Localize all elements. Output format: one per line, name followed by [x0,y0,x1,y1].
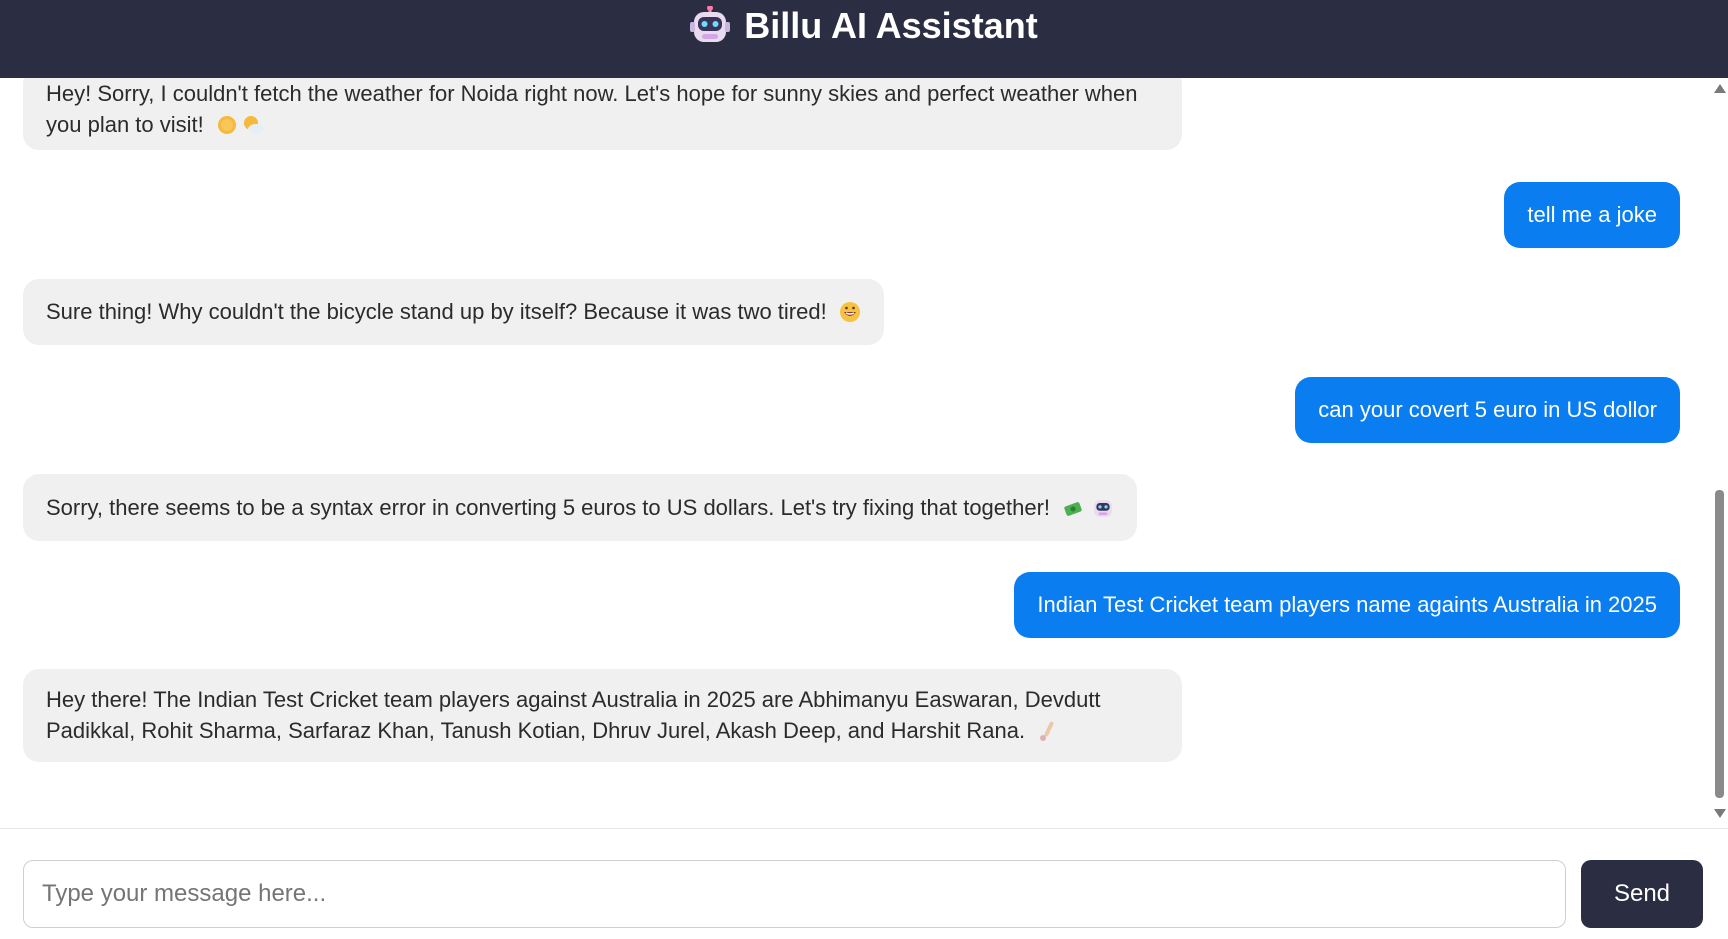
message-text: Indian Test Cricket team players name ag… [1037,592,1657,617]
user-message: can your covert 5 euro in US dollor [1295,377,1680,443]
bot-message: Sure thing! Why couldn't the bicycle sta… [23,279,884,345]
grinning-face-icon [839,300,861,322]
sun-behind-cloud-icon [242,113,264,135]
message-composer: Send [0,828,1728,939]
message-text: Sure thing! Why couldn't the bicycle sta… [46,299,827,324]
message-text: Sorry, there seems to be a syntax error … [46,495,1051,520]
app-title: Billu AI Assistant [744,5,1038,46]
bot-message: Sorry, there seems to be a syntax error … [23,474,1138,541]
send-button[interactable]: Send [1581,860,1703,928]
chat-scrollbar[interactable] [1710,78,1728,828]
chat-history[interactable]: Hey! Sorry, I couldn't fetch the weather… [0,78,1728,828]
message-text: can your covert 5 euro in US dollor [1318,397,1657,422]
scroll-down-arrow-icon[interactable] [1714,809,1726,818]
scrollbar-thumb[interactable] [1715,490,1724,798]
message-text: tell me a joke [1527,202,1657,227]
bot-message: Hey! Sorry, I couldn't fetch the weather… [23,78,1182,150]
robot-icon [1092,496,1114,518]
cricket-icon [1037,719,1059,741]
user-message: Indian Test Cricket team players name ag… [1014,572,1680,638]
robot-icon [690,5,731,46]
sun-icon [216,113,238,135]
message-input[interactable] [23,860,1566,928]
app-header: Billu AI Assistant [0,0,1728,78]
message-text: Hey! Sorry, I couldn't fetch the weather… [46,81,1138,137]
money-with-wings-icon [1062,496,1084,518]
bot-message: Hey there! The Indian Test Cricket team … [23,669,1182,762]
user-message: tell me a joke [1504,182,1680,248]
scroll-up-arrow-icon[interactable] [1714,84,1726,93]
message-text: Hey there! The Indian Test Cricket team … [46,687,1101,743]
header-title-group: Billu AI Assistant [690,5,1038,46]
